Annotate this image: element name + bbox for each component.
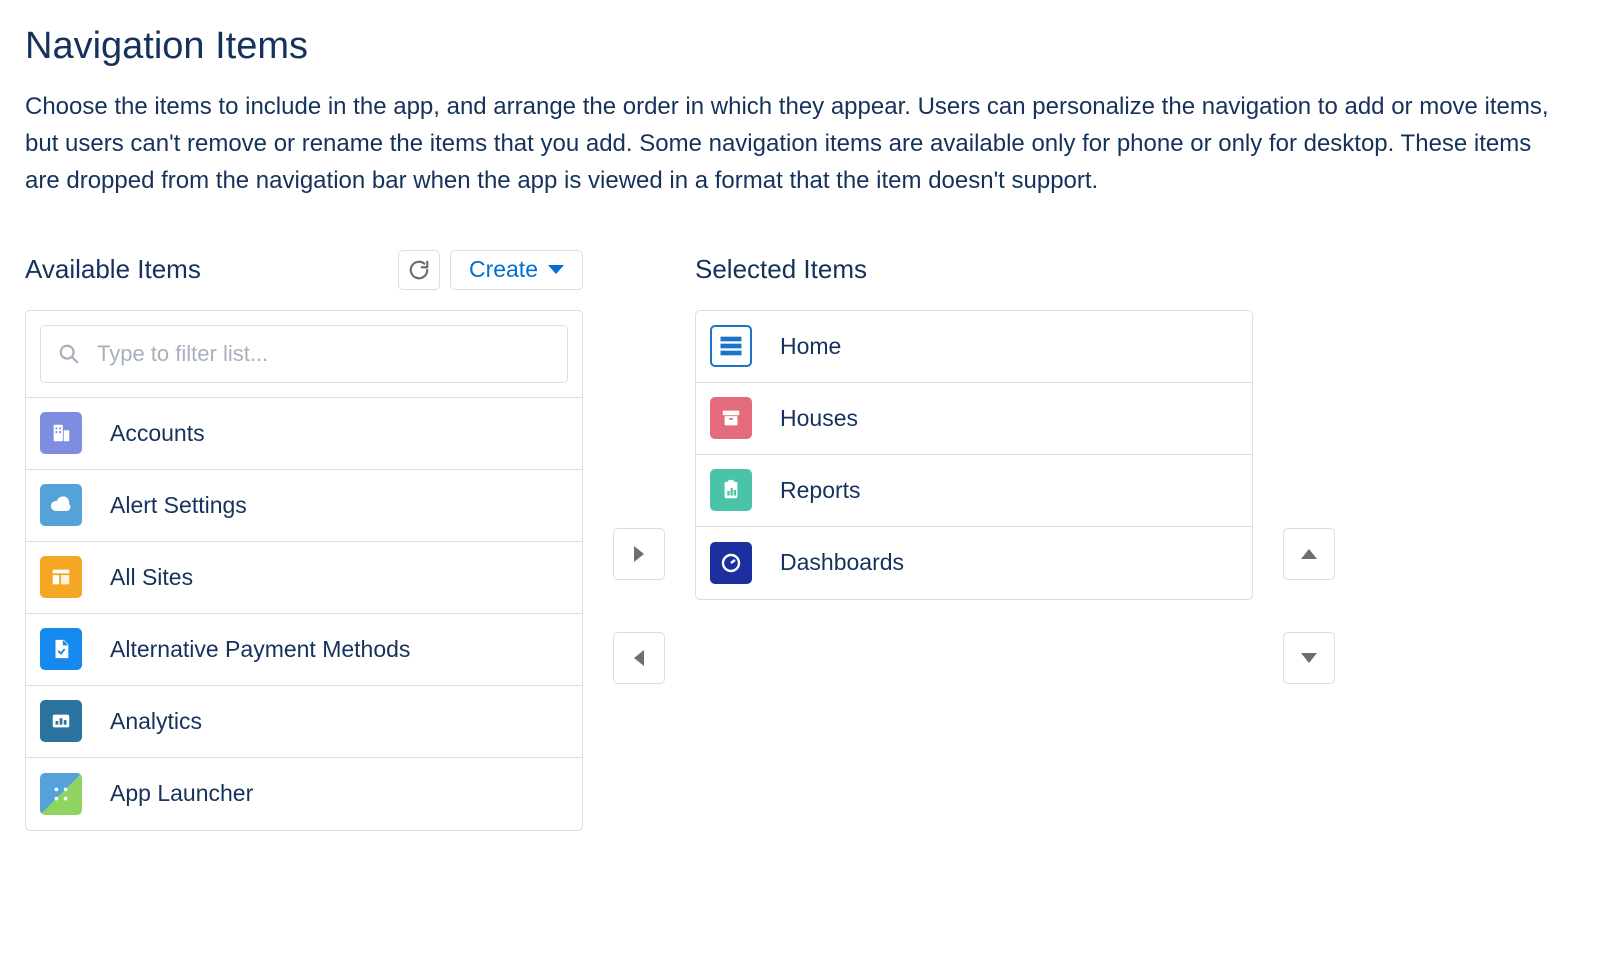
accounts-icon — [40, 412, 82, 454]
chevron-down-icon — [548, 265, 564, 274]
list-item-label: Analytics — [110, 708, 202, 735]
create-button[interactable]: Create — [450, 250, 583, 290]
layout-icon — [40, 556, 82, 598]
list-item-label: App Launcher — [110, 780, 253, 807]
list-item-label: Reports — [780, 477, 861, 504]
selected-items-list: Home Houses Reports Dashboards — [695, 310, 1253, 600]
archive-icon — [710, 397, 752, 439]
document-icon — [40, 628, 82, 670]
page-description: Choose the items to include in the app, … — [25, 88, 1565, 200]
triangle-up-icon — [1301, 549, 1317, 559]
selected-items-column: Selected Items Home Houses Reports — [695, 248, 1253, 600]
selected-item-dashboards[interactable]: Dashboards — [696, 527, 1252, 599]
clipboard-chart-icon — [710, 469, 752, 511]
list-item-label: Dashboards — [780, 549, 904, 576]
selected-item-houses[interactable]: Houses — [696, 383, 1252, 455]
add-to-selected-button[interactable] — [613, 528, 665, 580]
list-item-label: Home — [780, 333, 841, 360]
available-item-analytics[interactable]: Analytics — [26, 686, 582, 758]
search-icon — [58, 343, 80, 365]
page-title: Navigation Items — [25, 25, 1575, 68]
create-button-label: Create — [469, 256, 538, 283]
list-item-label: Alternative Payment Methods — [110, 636, 410, 663]
list-item-label: Accounts — [110, 420, 205, 447]
available-item-alternative-payment-methods[interactable]: Alternative Payment Methods — [26, 614, 582, 686]
list-item-label: Alert Settings — [110, 492, 247, 519]
refresh-button[interactable] — [398, 250, 440, 290]
list-item-label: All Sites — [110, 564, 193, 591]
available-items-column: Available Items Create — [25, 248, 583, 831]
cloud-icon — [40, 484, 82, 526]
available-items-title: Available Items — [25, 254, 201, 285]
available-item-accounts[interactable]: Accounts — [26, 398, 582, 470]
analytics-icon — [40, 700, 82, 742]
triangle-left-icon — [634, 650, 644, 666]
gauge-icon — [710, 542, 752, 584]
move-up-button[interactable] — [1283, 528, 1335, 580]
selected-item-reports[interactable]: Reports — [696, 455, 1252, 527]
selected-items-title: Selected Items — [695, 254, 867, 285]
available-item-app-launcher[interactable]: App Launcher — [26, 758, 582, 830]
filter-input[interactable] — [40, 325, 568, 383]
available-items-list: Accounts Alert Settings All Sites Altern… — [25, 310, 583, 831]
triangle-down-icon — [1301, 653, 1317, 663]
apps-icon — [40, 773, 82, 815]
home-icon — [710, 325, 752, 367]
triangle-right-icon — [634, 546, 644, 562]
list-item-label: Houses — [780, 405, 858, 432]
available-item-all-sites[interactable]: All Sites — [26, 542, 582, 614]
remove-from-selected-button[interactable] — [613, 632, 665, 684]
available-item-alert-settings[interactable]: Alert Settings — [26, 470, 582, 542]
selected-item-home[interactable]: Home — [696, 311, 1252, 383]
move-down-button[interactable] — [1283, 632, 1335, 684]
refresh-icon — [408, 259, 430, 281]
